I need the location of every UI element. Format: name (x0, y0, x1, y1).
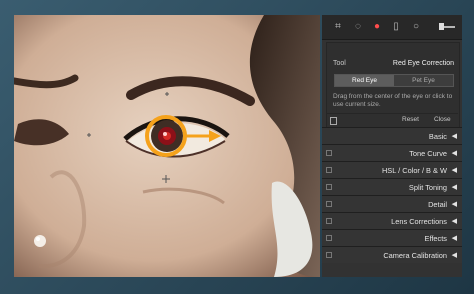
section-label: Tone Curve (409, 149, 447, 158)
section-effects[interactable]: Effects ◀ (322, 229, 462, 246)
mask-toggle-icon[interactable] (330, 117, 337, 125)
section-tone-curve[interactable]: Tone Curve ◀ (322, 144, 462, 161)
adjustment-brush-icon[interactable] (439, 23, 444, 30)
panel-toggle-icon[interactable] (326, 150, 332, 156)
red-eye-icon[interactable]: ● (371, 21, 383, 33)
collapse-arrow-icon: ◀ (451, 167, 457, 174)
collapse-arrow-icon: ◀ (451, 133, 457, 140)
panel-toggle-icon[interactable] (326, 235, 332, 241)
panel-toggle-icon[interactable] (326, 252, 332, 258)
graduated-filter-icon[interactable]: ▯ (390, 21, 402, 33)
section-label: HSL / Color / B & W (381, 166, 447, 175)
section-basic[interactable]: Basic ◀ (322, 127, 462, 144)
panel-toggle-icon[interactable] (326, 184, 332, 190)
tool-label: Tool (333, 60, 346, 67)
mode-segment: Red Eye Pet Eye (334, 74, 454, 87)
tool-value: Red Eye Correction (392, 60, 454, 67)
section-split-toning[interactable]: Split Toning ◀ (322, 178, 462, 195)
tool-help-text: Drag from the center of the eye or click… (333, 93, 453, 108)
panel-toggle-icon[interactable] (326, 218, 332, 224)
panel-toggle-icon[interactable] (326, 201, 332, 207)
tool-actions: Reset Close (326, 113, 458, 127)
section-label: Basic (428, 132, 447, 141)
panel-toggle-icon[interactable] (326, 167, 332, 173)
section-label: Camera Calibration (383, 251, 447, 260)
section-label: Split Toning (408, 183, 447, 192)
face-photo (14, 15, 320, 277)
reset-button[interactable]: Reset (402, 116, 419, 123)
section-label: Effects (424, 234, 447, 243)
collapse-arrow-icon: ◀ (451, 252, 457, 259)
section-hsl-color-bw[interactable]: HSL / Color / B & W ◀ (322, 161, 462, 178)
develop-panel: ⌗ ◌ ● ▯ ○ Tool Red Eye Correction Red Ey… (322, 15, 462, 277)
section-label: Detail (428, 200, 447, 209)
crop-grid-icon[interactable]: ⌗ (332, 21, 344, 33)
red-eye-mode-button[interactable]: Red Eye (335, 75, 394, 86)
collapse-arrow-icon: ◀ (451, 235, 457, 242)
section-lens-corrections[interactable]: Lens Corrections ◀ (322, 212, 462, 229)
close-button[interactable]: Close (434, 116, 451, 123)
collapse-arrow-icon: ◀ (451, 201, 457, 208)
photo-preview[interactable] (14, 15, 320, 277)
section-label: Lens Corrections (391, 217, 447, 226)
collapse-arrow-icon: ◀ (451, 150, 457, 157)
spot-removal-icon[interactable]: ◌ (352, 21, 364, 33)
collapse-arrow-icon: ◀ (451, 218, 457, 225)
tool-strip: ⌗ ◌ ● ▯ ○ (322, 15, 462, 40)
section-camera-calibration[interactable]: Camera Calibration ◀ (322, 246, 462, 263)
radial-filter-icon[interactable]: ○ (410, 21, 422, 33)
collapse-arrow-icon: ◀ (451, 184, 457, 191)
pet-eye-mode-button[interactable]: Pet Eye (394, 75, 453, 86)
section-detail[interactable]: Detail ◀ (322, 195, 462, 212)
